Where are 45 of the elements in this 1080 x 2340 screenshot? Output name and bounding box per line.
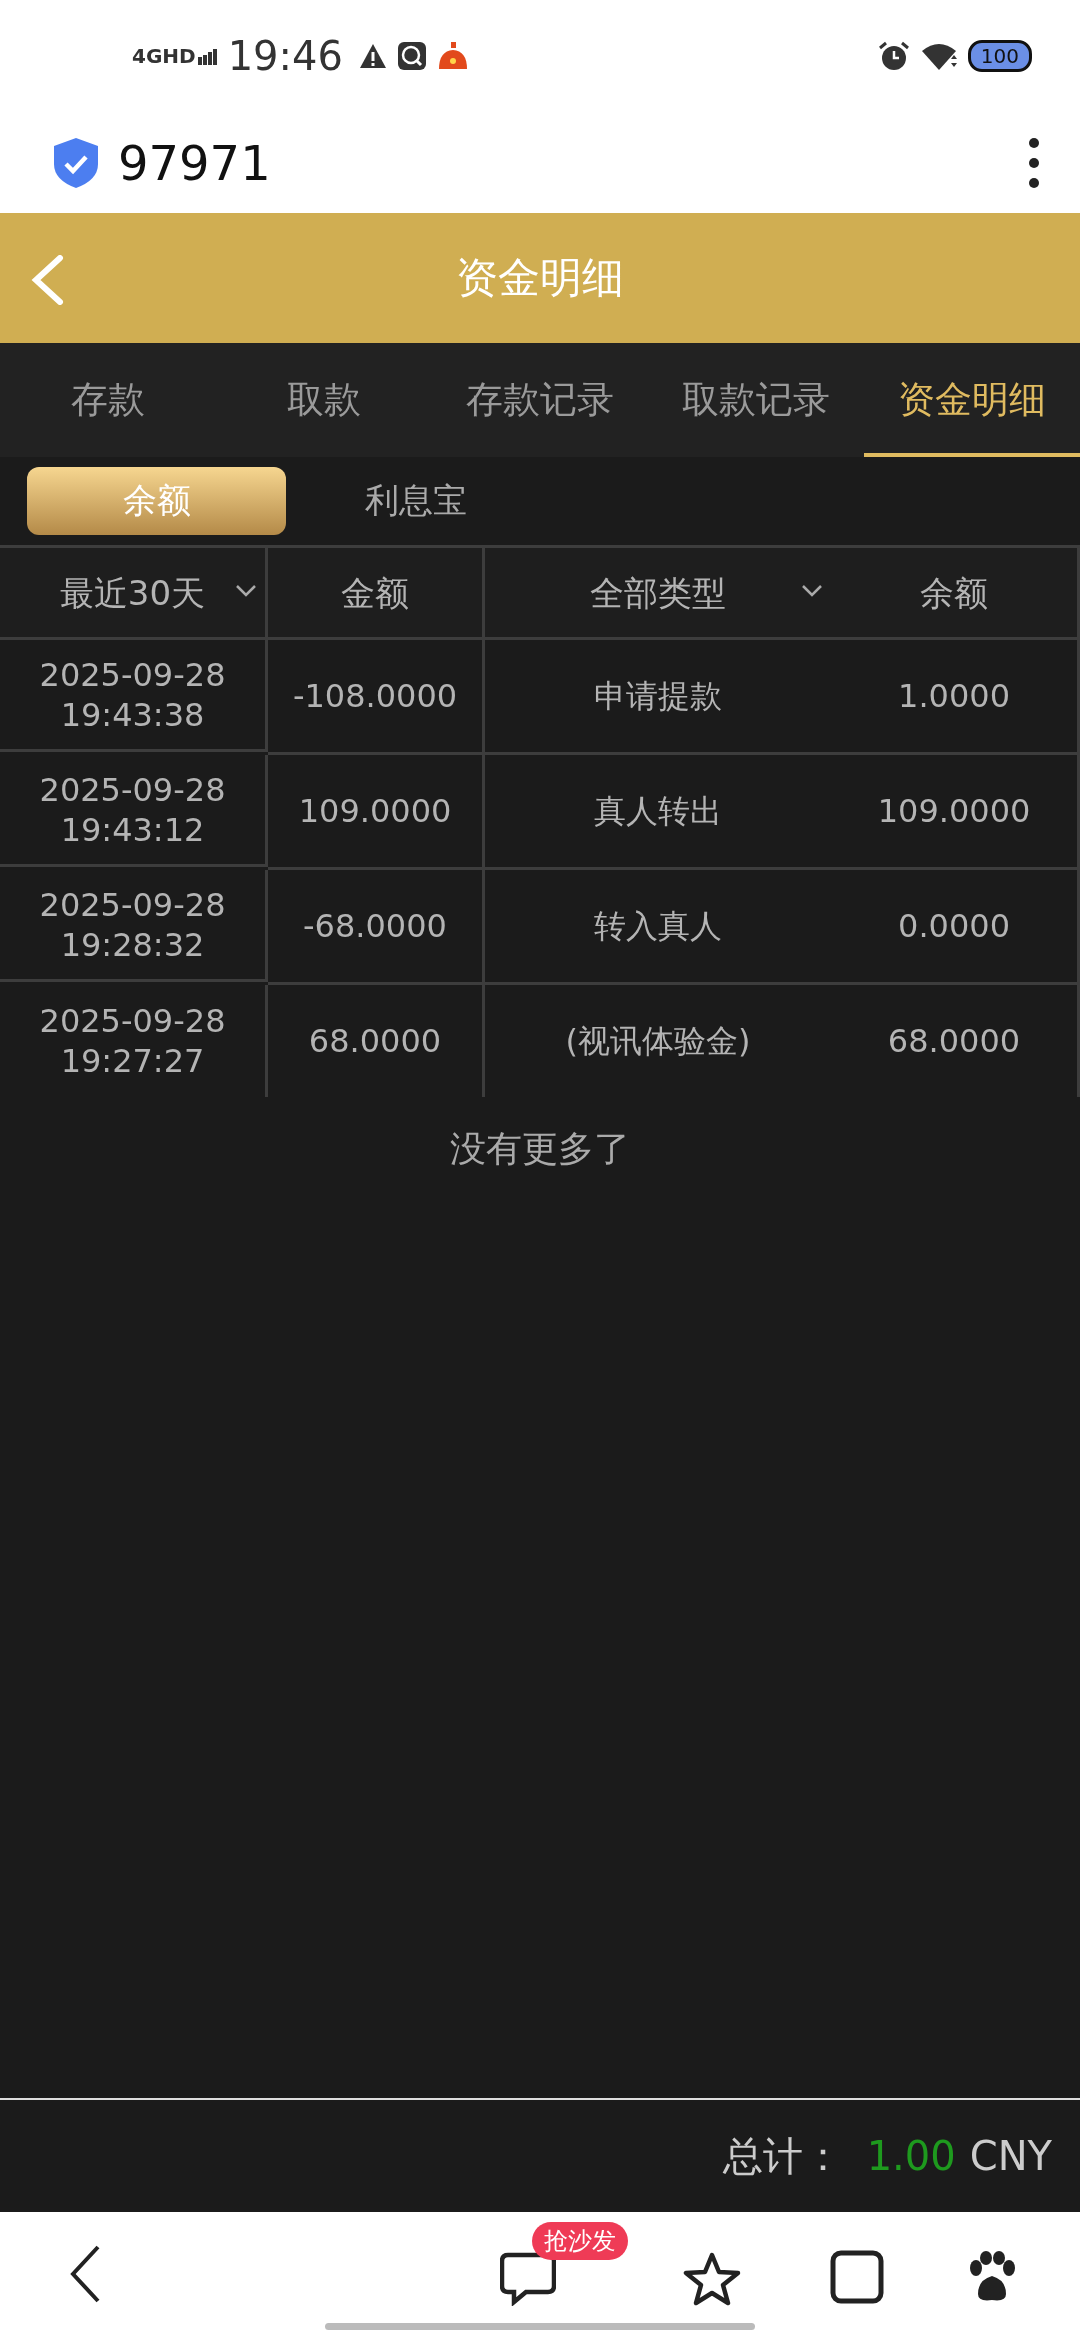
sub-tab[interactable]: 利息宝 [286,467,545,535]
table-cell: 真人转出 [485,755,831,870]
table-cell: 2025-09-28 19:28:32 [0,870,268,982]
alarm-icon [877,40,910,72]
tab[interactable]: 取款 [216,343,432,457]
table-cell: 109.0000 [268,755,485,870]
star-icon[interactable] [683,2252,741,2306]
table-cell: 转入真人 [485,870,831,985]
warning-icon [358,43,387,69]
page-title: 97971 [118,134,272,191]
wifi-icon [919,41,958,71]
no-more-message: 没有更多了 [450,1127,630,1171]
signal-icon [197,49,218,65]
column-header: 金额 [268,548,485,640]
network-label: 4GHD [132,47,196,65]
table-cell: 2025-09-28 19:43:12 [0,755,268,867]
more-menu-icon[interactable] [1028,136,1040,189]
search-app-icon [396,41,427,71]
clock-time: 19:46 [227,33,343,79]
total-amount: 1.00 [866,2133,956,2179]
comment-badge: 抢沙发 [532,2222,628,2260]
tabs-icon[interactable] [830,2250,884,2304]
column-header: 余额 [831,548,1080,640]
table-cell: 109.0000 [831,755,1080,870]
table-cell: 2025-09-28 19:43:38 [0,640,268,752]
dropdown-caret-icon [801,584,823,598]
table-cell: 0.0000 [831,870,1080,985]
table-cell: -68.0000 [268,870,485,985]
total-label: 总计： [722,2131,843,2181]
table-cell-text: (视讯体验金) [564,1021,752,1062]
column-header[interactable]: 最近30天 [0,548,268,640]
table-cell: 1.0000 [831,640,1080,755]
table-cell: -108.0000 [268,640,485,755]
table-cell: 申请提款 [485,640,831,755]
battery-icon: 100 [967,40,1032,72]
comment-icon[interactable] [500,2252,556,2306]
shield-check-icon [52,135,100,190]
tab[interactable]: 存款记录 [432,343,648,457]
tab[interactable]: 存款 [0,343,216,457]
dropdown-caret-icon [235,584,257,598]
back-icon[interactable] [68,2244,102,2304]
tab[interactable]: 取款记录 [648,343,864,457]
robot-icon [436,41,469,71]
currency-label: CNY [969,2133,1052,2179]
header-title: 资金明细 [456,252,624,304]
